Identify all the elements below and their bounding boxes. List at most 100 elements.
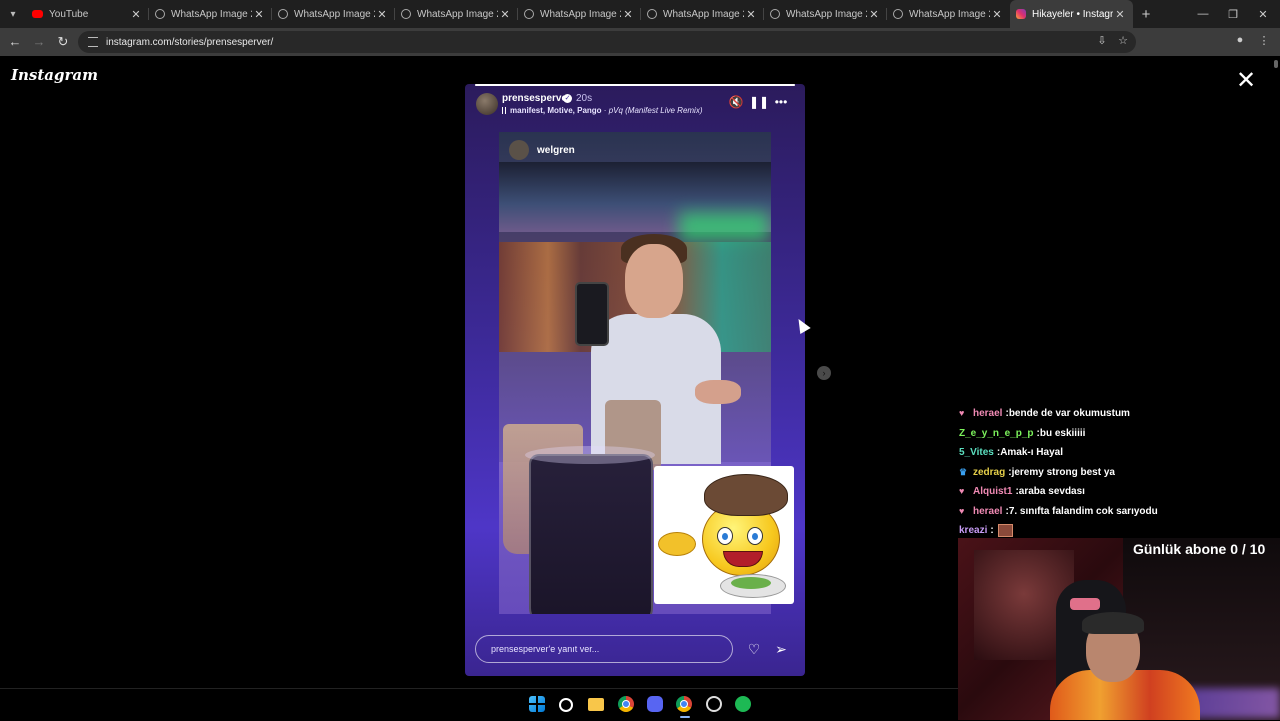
chat-message: 5_Vites: Amak-ı Hayal	[959, 447, 1063, 459]
chat-text: araba sevdası	[1018, 486, 1085, 498]
beret	[704, 474, 788, 516]
stream-chat: ♥ herael: bende de var okumustum Z_e_y_n_e…	[959, 404, 1279, 541]
tab-whatsapp-image[interactable]: WhatsApp Image 202 ✕	[887, 0, 1010, 28]
obs-icon[interactable]	[706, 696, 722, 712]
more-options-icon[interactable]: •••	[773, 95, 789, 109]
chat-username[interactable]: Z_e_y_n_e_p_p	[959, 428, 1034, 439]
scrollbar[interactable]	[1274, 60, 1278, 68]
taskbar	[0, 688, 958, 721]
emoji-sticker	[654, 466, 794, 604]
chrome-icon[interactable]	[618, 696, 634, 712]
tab-whatsapp-image[interactable]: WhatsApp Image 202 ✕	[395, 0, 518, 28]
tab-label: WhatsApp Image 202	[171, 8, 252, 20]
story-username[interactable]: prensesperver	[502, 93, 571, 104]
chat-username[interactable]: kreazi	[959, 525, 987, 536]
phone	[575, 282, 609, 346]
url-text[interactable]: instagram.com/stories/prensesperver/	[106, 37, 273, 48]
close-icon[interactable]: ✕	[129, 8, 143, 21]
globe-icon	[155, 9, 165, 19]
tab-instagram-stories[interactable]: Hikayeler • Instagram ✕	[1010, 0, 1133, 28]
close-icon[interactable]: ✕	[990, 8, 1004, 21]
globe-icon	[647, 9, 657, 19]
chat-message: ♥ Alquist1: araba sevdası	[959, 486, 1085, 498]
install-app-icon[interactable]: ⇩	[1094, 34, 1110, 47]
chat-username[interactable]: zedrag	[973, 467, 1005, 478]
windows-start-icon[interactable]	[529, 696, 545, 712]
reply-input[interactable]	[489, 643, 723, 655]
close-window-button[interactable]: ✕	[1248, 0, 1278, 28]
close-icon[interactable]: ✕	[375, 8, 389, 21]
close-icon[interactable]: ✕	[1113, 8, 1127, 21]
avatar[interactable]	[476, 93, 498, 115]
reload-button[interactable]: ↻	[54, 34, 72, 50]
chat-text: Amak-ı Hayal	[1000, 447, 1063, 459]
sub-goal-counter: Günlük abone 0 / 10	[1133, 541, 1266, 557]
tab-search-button[interactable]: ▾	[0, 0, 26, 28]
globe-icon	[278, 9, 288, 19]
chat-text: bu eskiiiii	[1039, 427, 1086, 439]
close-icon[interactable]: ✕	[252, 8, 266, 21]
site-info-icon[interactable]	[88, 37, 98, 47]
close-icon[interactable]: ✕	[867, 8, 881, 21]
menu-dots-icon[interactable]: ⋮	[1256, 34, 1272, 47]
youtube-icon	[32, 10, 43, 18]
extensions-area[interactable]	[1146, 35, 1210, 48]
tab-youtube[interactable]: YouTube ✕	[26, 0, 149, 28]
profile-avatar[interactable]: ●	[1232, 34, 1248, 46]
back-button[interactable]: ←	[6, 34, 24, 49]
mute-icon[interactable]: 🔇	[728, 95, 744, 109]
chat-emote-icon	[997, 524, 1013, 538]
chat-username[interactable]: Alquist1	[973, 486, 1012, 497]
tab-label: WhatsApp Image 202	[909, 8, 990, 20]
address-bar: ← → ↻ instagram.com/stories/prensesperve…	[0, 28, 1280, 56]
mention-sticker[interactable]: welgren	[509, 140, 575, 160]
share-send-icon[interactable]: ➢	[772, 640, 790, 658]
close-icon[interactable]: ✕	[498, 8, 512, 21]
tab-whatsapp-image[interactable]: WhatsApp Image 202 ✕	[518, 0, 641, 28]
close-icon[interactable]: ✕	[621, 8, 635, 21]
like-heart-icon[interactable]: ♡	[745, 640, 763, 658]
tab-whatsapp-image[interactable]: WhatsApp Image 202 ✕	[641, 0, 764, 28]
url-bar[interactable]: instagram.com/stories/prensesperver/	[78, 31, 1136, 53]
chat-message: Z_e_y_n_e_p_p: bu eskiiiii	[959, 427, 1086, 439]
close-icon[interactable]: ✕	[744, 8, 758, 21]
new-tab-button[interactable]: +	[1133, 6, 1159, 23]
chrome-icon[interactable]	[676, 696, 692, 712]
chat-username[interactable]: herael	[973, 506, 1002, 517]
tab-whatsapp-image[interactable]: WhatsApp Image 202 ✕	[149, 0, 272, 28]
tab-label: WhatsApp Image 202	[663, 8, 744, 20]
search-icon[interactable]	[559, 698, 573, 712]
story-card[interactable]: prensesperver ✓ 20s manifest, Motive, Pa…	[465, 84, 805, 676]
heart-badge-icon: ♥	[959, 486, 965, 497]
minimize-button[interactable]: —	[1188, 0, 1218, 28]
instagram-icon	[1016, 9, 1026, 19]
discord-icon[interactable]	[647, 696, 663, 712]
globe-icon	[893, 9, 903, 19]
coins	[658, 532, 696, 556]
chat-username[interactable]: 5_Vites	[959, 447, 994, 458]
globe-icon	[401, 9, 411, 19]
chat-username[interactable]: herael	[973, 408, 1002, 419]
tab-whatsapp-image[interactable]: WhatsApp Image 202 ✕	[764, 0, 887, 28]
globe-icon	[524, 9, 534, 19]
chat-message: ♥ herael: bende de var okumustum	[959, 408, 1130, 420]
avatar	[509, 140, 529, 160]
pause-icon[interactable]: ❚❚	[749, 95, 769, 109]
restore-button[interactable]: ❐	[1218, 0, 1248, 28]
tab-whatsapp-image[interactable]: WhatsApp Image 202 ✕	[272, 0, 395, 28]
file-explorer-icon[interactable]	[588, 698, 604, 711]
verified-badge-icon: ✓	[563, 94, 572, 103]
bookmark-star-icon[interactable]: ☆	[1115, 34, 1131, 47]
next-story-chevron-icon[interactable]: ›	[817, 366, 831, 380]
music-title: pVq (Manifest Live Remix)	[608, 106, 703, 115]
instagram-logo[interactable]: Instagram	[11, 66, 98, 84]
music-info[interactable]: manifest, Motive, Pango · pVq (Manifest …	[502, 106, 703, 115]
chat-message: ♛ zedrag: jeremy strong best ya	[959, 466, 1115, 478]
close-story-button[interactable]: ✕	[1234, 69, 1258, 93]
reply-field[interactable]	[475, 635, 733, 663]
tab-label: WhatsApp Image 202	[786, 8, 867, 20]
chat-message: ♥ herael: 7. sınıfta falandim cok sarıyod…	[959, 505, 1158, 517]
forward-button[interactable]: →	[30, 34, 48, 49]
chat-text: bende de var okumustum	[1008, 408, 1130, 420]
spotify-icon[interactable]	[735, 696, 751, 712]
